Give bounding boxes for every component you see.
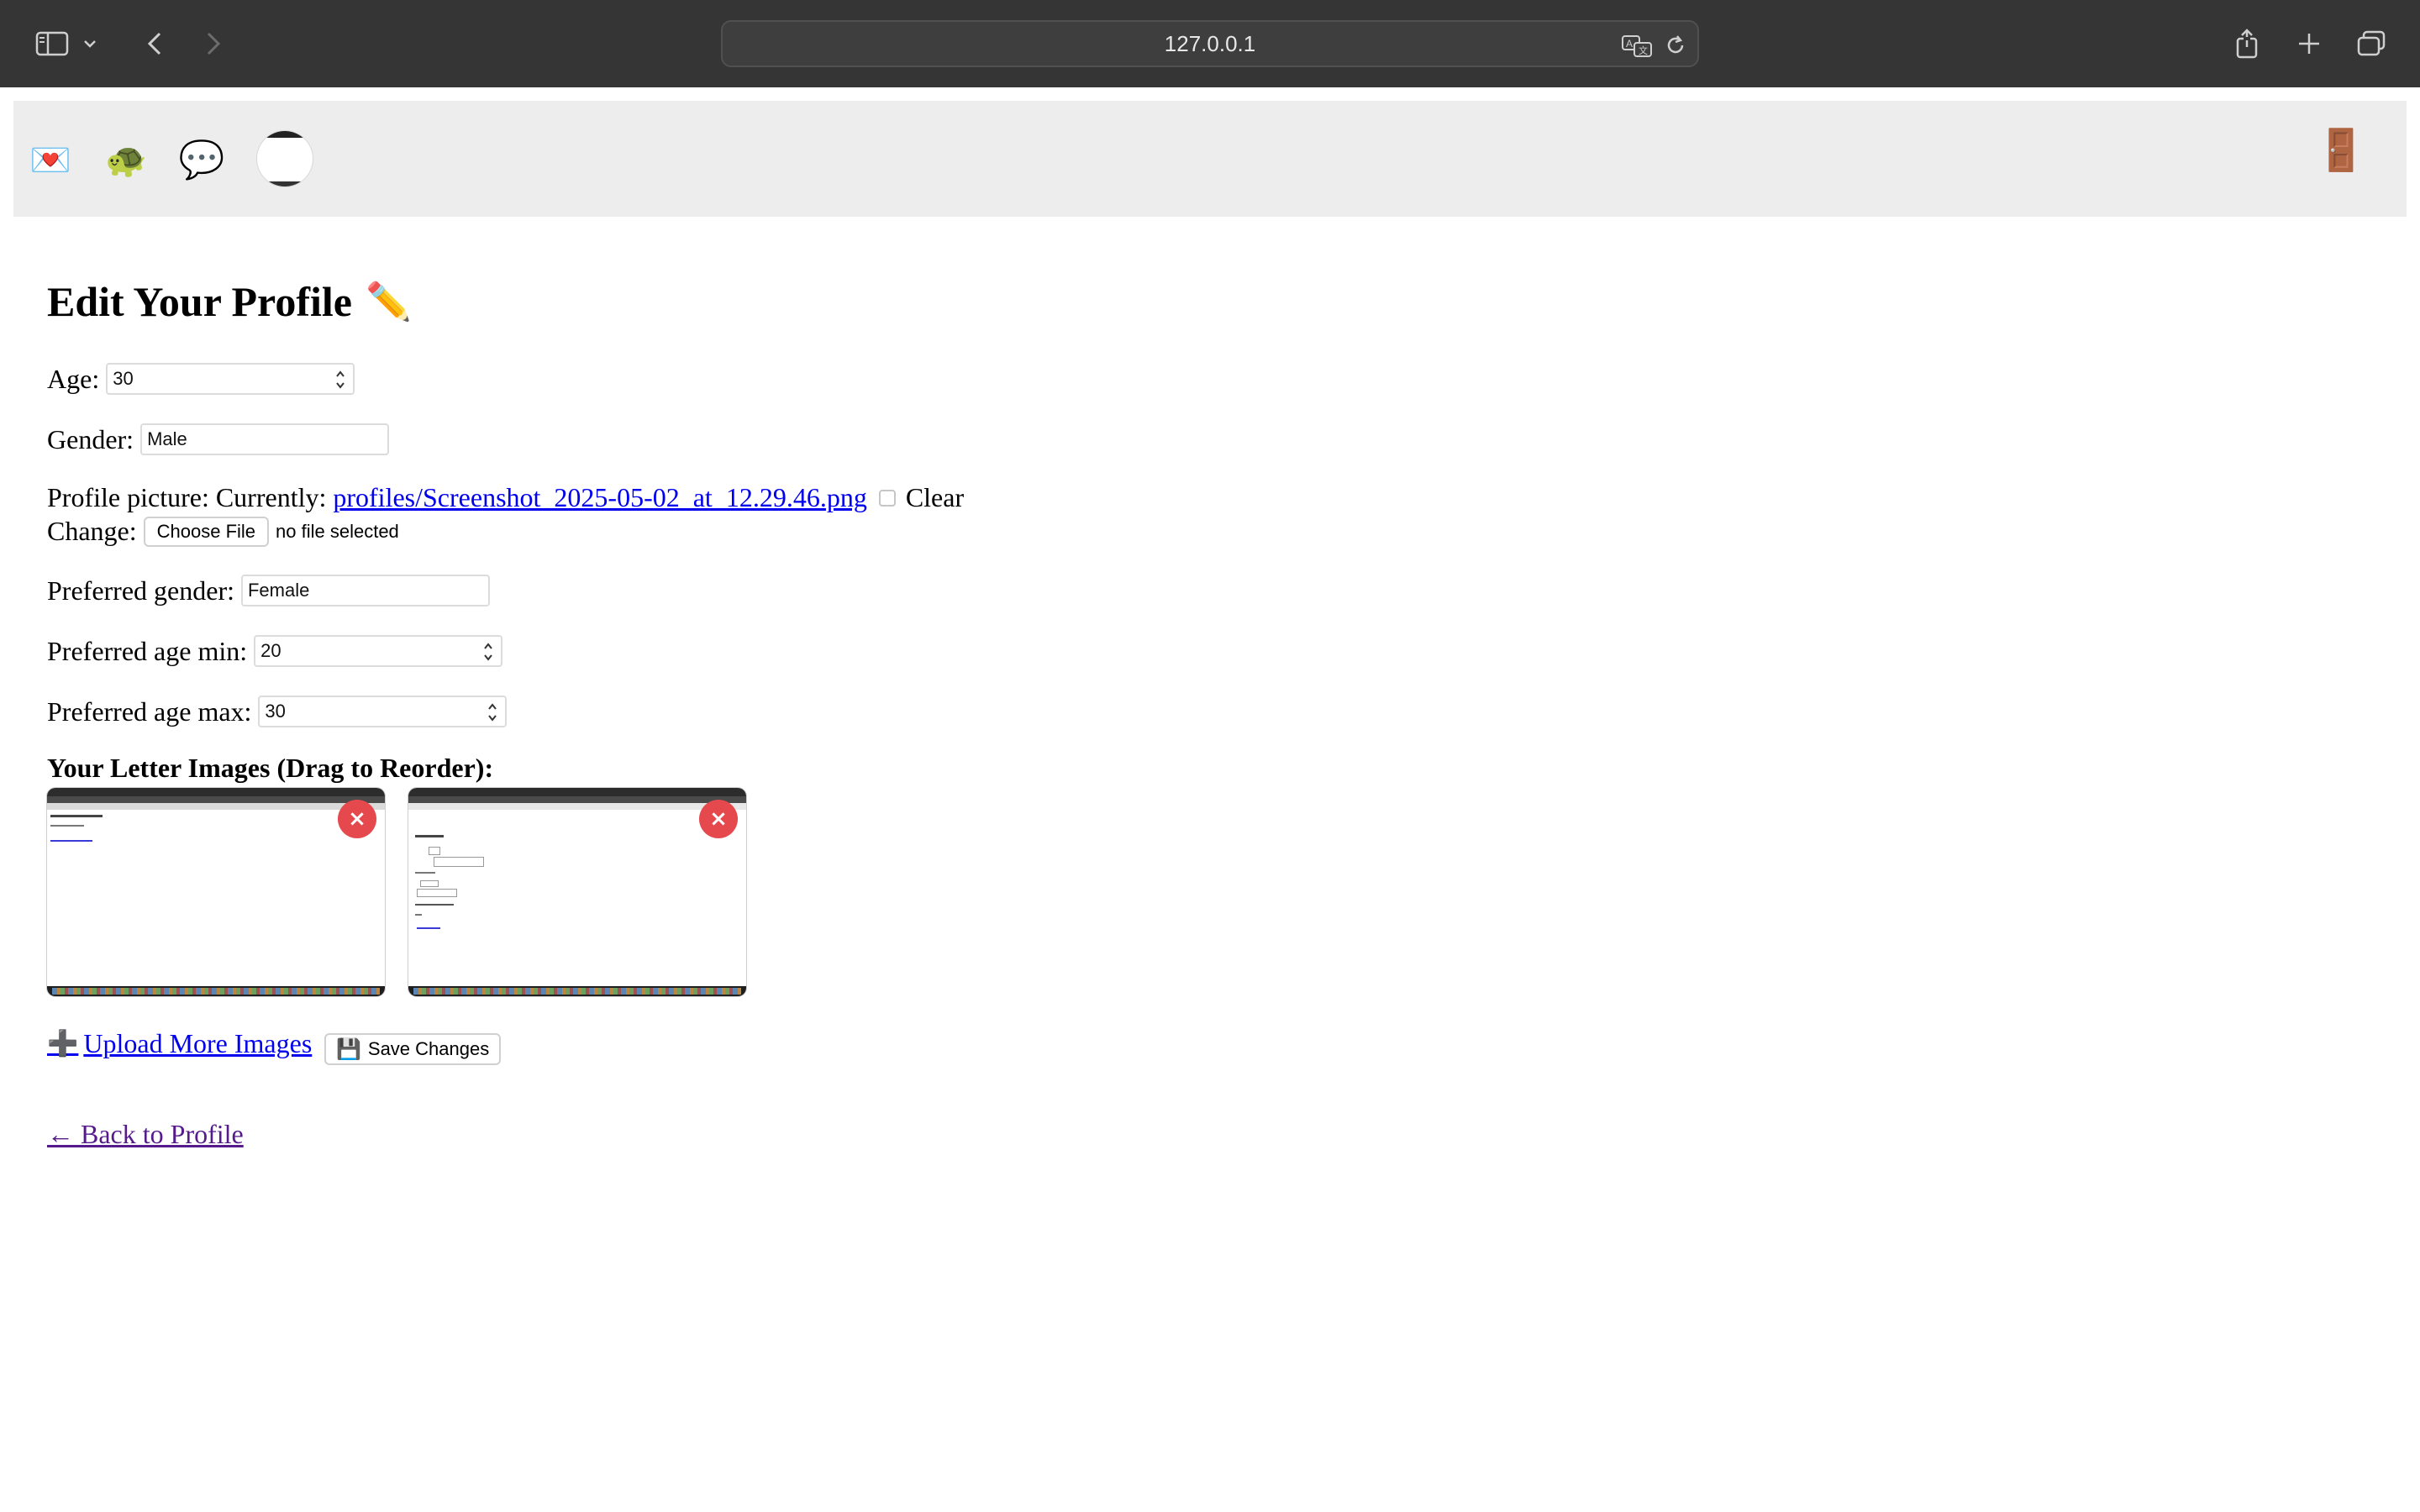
preferred-age-min-label: Preferred age min: — [47, 635, 248, 666]
preferred-gender-input[interactable]: Female — [240, 575, 490, 606]
number-spinner-icon[interactable] — [487, 701, 498, 724]
current-profile-picture-link[interactable]: profiles/Screenshot_2025-05-02_at_12.29.… — [333, 482, 866, 513]
avatar[interactable] — [257, 131, 313, 186]
age-label: Age: — [47, 363, 100, 394]
preferred-age-min-input[interactable]: 20 — [254, 635, 503, 667]
number-spinner-icon[interactable] — [482, 640, 494, 664]
letter-images-heading: Your Letter Images (Drag to Reorder): — [47, 753, 494, 783]
letters-link-icon[interactable]: 💌 — [22, 131, 79, 188]
profile-picture-label: Profile picture: — [47, 482, 209, 512]
age-input[interactable]: 30 — [106, 363, 355, 395]
age-value: 30 — [113, 368, 134, 389]
messages-link-icon[interactable]: 💬 — [173, 131, 230, 188]
page-title-text: Edit Your Profile — [47, 278, 352, 325]
page-title: Edit Your Profile ✏️ — [47, 277, 412, 326]
site-navbar: 💌 🐢 💬 🚪 — [13, 101, 2407, 217]
clear-label: Clear — [905, 482, 965, 512]
preferred-age-min-row: Preferred age min: 20 — [47, 635, 503, 667]
chevron-down-icon[interactable] — [77, 22, 103, 66]
logout-door-icon[interactable]: 🚪 — [2312, 121, 2370, 178]
pencil-icon: ✏️ — [365, 281, 412, 323]
gender-label: Gender: — [47, 423, 134, 454]
change-picture-row: Change: Choose File no file selected — [47, 516, 399, 547]
preferred-age-max-row: Preferred age max: 30 — [47, 696, 508, 727]
floppy-disk-icon: 💾 — [336, 1037, 361, 1061]
profile-picture-row: Profile picture: Currently: profiles/Scr… — [47, 482, 964, 513]
upload-more-images-label: Upload More Images — [83, 1028, 313, 1058]
turtle-link-icon[interactable]: 🐢 — [97, 131, 155, 188]
url-text: 127.0.0.1 — [1164, 30, 1256, 56]
delete-image-button[interactable]: × — [338, 800, 376, 838]
age-row: Age: 30 — [47, 363, 355, 395]
address-bar[interactable]: 127.0.0.1 A文 — [721, 20, 1699, 67]
preferred-gender-label: Preferred gender: — [47, 575, 234, 606]
gender-row: Gender: Male — [47, 423, 390, 455]
sidebar-icon[interactable] — [30, 22, 74, 66]
share-icon[interactable] — [2225, 22, 2269, 66]
browser-toolbar: 127.0.0.1 A文 — [0, 0, 2420, 87]
currently-label: Currently: — [215, 482, 327, 512]
save-changes-label: Save Changes — [367, 1038, 490, 1059]
letter-image-thumbnail[interactable]: × — [47, 788, 385, 996]
preferred-gender-value: Female — [247, 580, 310, 601]
back-to-profile-link[interactable]: ← Back to Profile — [47, 1119, 244, 1150]
save-changes-button[interactable]: 💾 Save Changes — [324, 1033, 502, 1065]
svg-text:A: A — [1626, 38, 1633, 50]
gender-value: Male — [147, 428, 187, 449]
plus-icon: ➕ — [47, 1030, 79, 1058]
change-label: Change: — [47, 516, 137, 546]
number-spinner-icon[interactable] — [334, 368, 346, 391]
tabs-overview-icon[interactable] — [2349, 22, 2393, 66]
preferred-age-max-value: 30 — [265, 701, 286, 722]
delete-image-button[interactable]: × — [699, 800, 738, 838]
letter-image-thumbnail[interactable]: × — [408, 788, 746, 996]
back-icon[interactable] — [133, 22, 176, 66]
upload-more-images-link[interactable]: ➕ Upload More Images — [47, 1028, 312, 1059]
clear-checkbox[interactable] — [878, 489, 896, 507]
preferred-gender-row: Preferred gender: Female — [47, 575, 490, 606]
preferred-age-min-value: 20 — [260, 640, 281, 661]
gender-input[interactable]: Male — [140, 423, 390, 455]
svg-text:文: 文 — [1639, 45, 1648, 56]
translate-icon[interactable]: A文 — [1620, 29, 1654, 62]
reload-icon[interactable] — [1659, 29, 1692, 62]
plus-icon[interactable] — [2287, 22, 2331, 66]
choose-file-button[interactable]: Choose File — [143, 516, 270, 547]
preferred-age-max-label: Preferred age max: — [47, 696, 252, 727]
file-status-text: no file selected — [276, 520, 399, 542]
forward-icon[interactable] — [192, 22, 235, 66]
preferred-age-max-input[interactable]: 30 — [258, 696, 508, 727]
